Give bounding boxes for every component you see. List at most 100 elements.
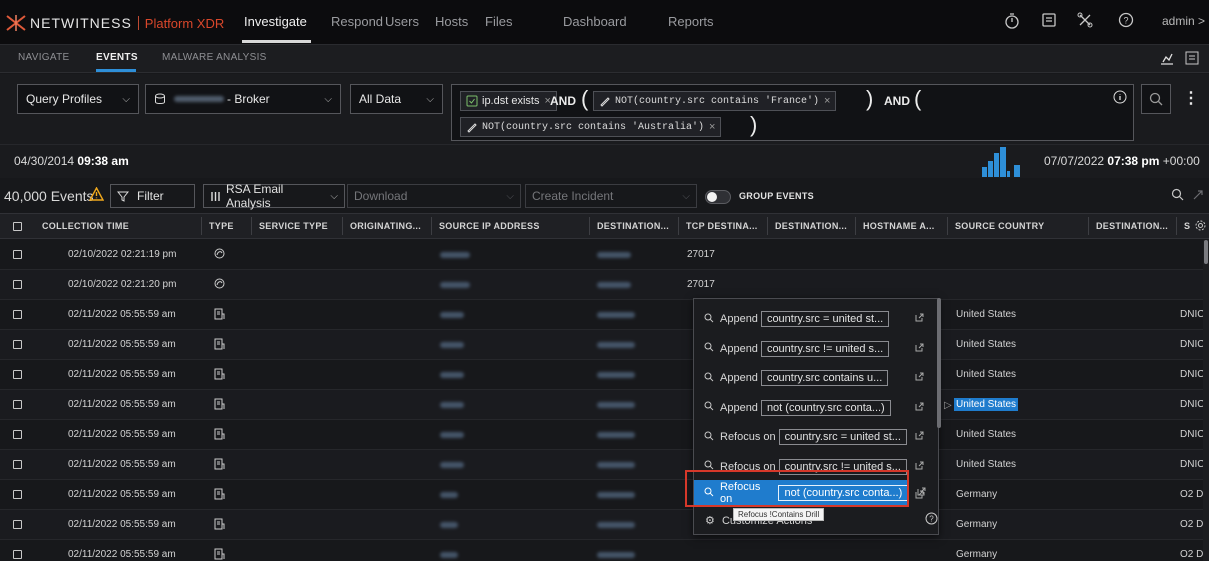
row-checkbox[interactable] [13,280,22,289]
query-profiles-select[interactable]: Query Profiles ⌵ [17,84,139,114]
row-checkbox[interactable] [13,370,22,379]
column-divider[interactable] [1088,217,1089,235]
redacted-source-ip[interactable] [440,522,458,528]
nav-users[interactable]: Users [385,14,419,29]
append-menu-item[interactable]: Append country.src != united s... [694,336,930,362]
redacted-destination-ip[interactable] [597,372,635,378]
redacted-destination-ip[interactable] [597,282,631,288]
row-checkbox[interactable] [13,430,22,439]
redacted-destination-ip[interactable] [597,312,635,318]
col-tcp-destination[interactable]: TCP DESTINA... [686,221,758,231]
create-incident-select[interactable]: Create Incident ⌵ [525,184,697,208]
append-menu-item[interactable]: Append country.src contains u... [694,365,930,391]
row-checkbox[interactable] [13,310,22,319]
table-row[interactable]: 02/11/2022 05:55:59 am United States DNIC [0,450,1204,480]
destination-org-cell[interactable]: DNIC [1180,429,1204,440]
open-new-tab-icon[interactable] [915,461,924,473]
query-pill-ip-dst[interactable]: ip.dst exists × [460,91,557,111]
chart-toggle-icon[interactable] [1160,51,1174,65]
redacted-source-ip[interactable] [440,432,464,438]
open-new-tab-icon[interactable] [917,487,926,499]
collection-time-cell[interactable]: 02/11/2022 05:55:59 am [68,459,176,470]
source-country-cell[interactable]: Germany [956,489,997,500]
search-icon[interactable] [1171,188,1184,201]
event-histogram[interactable] [980,145,1040,177]
collection-time-cell[interactable]: 02/11/2022 05:55:59 am [68,489,176,500]
menu-scrollbar[interactable] [937,298,941,428]
download-select[interactable]: Download ⌵ [347,184,521,208]
query-pill-not-australia[interactable]: NOT(country.src contains 'Australia') × [460,117,722,137]
nav-files[interactable]: Files [485,14,512,29]
collection-time-cell[interactable]: 02/10/2022 02:21:20 pm [68,279,176,290]
open-new-tab-icon[interactable] [915,402,924,414]
col-type[interactable]: TYPE [209,221,234,231]
column-divider[interactable] [1176,217,1177,235]
start-datetime[interactable]: 04/30/2014 09:38 am [14,154,129,168]
redacted-destination-ip[interactable] [597,342,635,348]
filter-button[interactable]: Filter [110,184,195,208]
column-divider[interactable] [767,217,768,235]
destination-org-cell[interactable]: DNIC [1180,399,1204,410]
column-divider[interactable] [589,217,590,235]
table-row[interactable]: 02/11/2022 05:55:59 am United States DNIC [0,420,1204,450]
service-select[interactable]: - Broker ⌵ [145,84,341,114]
row-checkbox[interactable] [13,520,22,529]
column-divider[interactable] [251,217,252,235]
redacted-destination-ip[interactable] [597,492,635,498]
table-row[interactable]: 02/11/2022 05:55:59 am Germany O2 D [0,540,1203,561]
column-divider[interactable] [201,217,202,235]
open-new-tab-icon[interactable] [915,313,924,325]
search-button[interactable] [1141,84,1171,114]
col-service-type[interactable]: SERVICE TYPE [259,221,328,231]
destination-org-cell[interactable]: O2 D [1180,489,1203,500]
collection-time-cell[interactable]: 02/11/2022 05:55:59 am [68,549,176,560]
collection-time-cell[interactable]: 02/11/2022 05:55:59 am [68,399,176,410]
table-row[interactable]: 02/11/2022 05:55:59 am United States DNIC [0,360,1204,390]
nav-hosts[interactable]: Hosts [435,14,468,29]
tcp-port-cell[interactable]: 27017 [687,249,715,260]
source-country-cell[interactable]: Germany [956,549,997,560]
row-checkbox[interactable] [13,460,22,469]
row-checkbox[interactable] [13,250,22,259]
redacted-source-ip[interactable] [440,492,458,498]
column-divider[interactable] [431,217,432,235]
table-row[interactable]: 02/10/2022 02:21:19 pm 27017 [0,240,1203,270]
destination-org-cell[interactable]: DNIC [1180,459,1204,470]
group-events-toggle[interactable] [705,190,731,204]
source-country-cell[interactable]: United States [956,429,1016,440]
col-originating[interactable]: ORIGINATING... [350,221,421,231]
append-menu-item[interactable]: Append country.src = united st... [694,306,930,332]
time-range-select[interactable]: All Data ⌵ [350,84,443,114]
table-row[interactable]: 02/11/2022 05:55:59 am United States DNIC [0,390,1204,420]
table-row[interactable]: 02/11/2022 05:55:59 am United States DNIC [0,300,1204,330]
open-new-tab-icon[interactable] [915,431,924,443]
col-collection-time[interactable]: COLLECTION TIME [42,221,129,231]
expand-icon[interactable] [1192,189,1204,201]
row-checkbox[interactable] [13,550,22,559]
redacted-source-ip[interactable] [440,552,458,558]
scrollbar-thumb[interactable] [1204,240,1208,264]
col-source-country[interactable]: SOURCE COUNTRY [955,221,1044,231]
destination-org-cell[interactable]: DNIC [1180,339,1204,350]
destination-org-cell[interactable]: O2 D [1180,519,1203,530]
table-row[interactable]: 02/11/2022 05:55:59 am Germany O2 D [0,510,1203,540]
append-menu-item[interactable]: Append not (country.src conta...) [694,395,930,421]
remove-pill-icon[interactable]: × [709,121,715,133]
source-country-cell[interactable]: United States [954,398,1019,411]
column-divider[interactable] [855,217,856,235]
collection-time-cell[interactable]: 02/11/2022 05:55:59 am [68,339,176,350]
column-group-select[interactable]: RSA Email Analysis ⌵ [203,182,345,210]
timer-icon[interactable] [1004,12,1022,30]
collection-time-cell[interactable]: 02/10/2022 02:21:19 pm [68,249,176,260]
source-country-cell[interactable]: United States [956,369,1016,380]
help-icon[interactable]: ? [925,512,938,525]
query-pill-not-france[interactable]: NOT(country.src contains 'France') × [593,91,837,111]
col-destination-a[interactable]: DESTINATION... [775,221,847,231]
open-new-tab-icon[interactable] [915,372,924,384]
redacted-destination-ip[interactable] [597,522,635,528]
redacted-source-ip[interactable] [440,402,464,408]
subnav-malware-analysis[interactable]: MALWARE ANALYSIS [162,52,267,63]
redacted-destination-ip[interactable] [597,402,635,408]
column-settings-icon[interactable] [1195,220,1206,231]
tools-icon[interactable] [1077,12,1095,30]
